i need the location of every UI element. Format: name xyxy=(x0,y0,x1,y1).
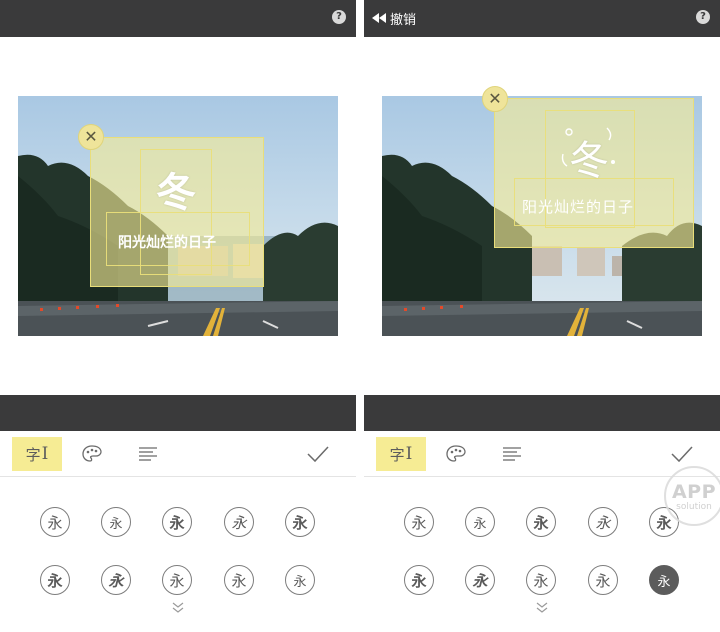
font-option-7[interactable]: 永 xyxy=(101,565,131,595)
font-tab-icon[interactable]: 字I xyxy=(376,437,426,471)
dark-separator-bar xyxy=(364,395,720,431)
sticker-subtitle: 阳光灿烂的日子 xyxy=(522,198,635,216)
text-cursor-glyph: I xyxy=(41,444,49,464)
font-option-2[interactable]: 永 xyxy=(465,507,495,537)
close-icon[interactable]: ✕ xyxy=(482,86,508,112)
close-icon[interactable]: ✕ xyxy=(78,124,104,150)
sticker-title: 冬 xyxy=(156,169,196,216)
help-icon[interactable]: ? xyxy=(696,10,710,24)
font-tab-label: 字 xyxy=(389,445,405,464)
help-icon[interactable]: ? xyxy=(332,10,346,24)
font-option-9[interactable]: 永 xyxy=(224,565,254,595)
align-icon[interactable] xyxy=(136,437,160,471)
undo-button[interactable]: 撤销 xyxy=(372,9,417,28)
font-option-10[interactable]: 永 xyxy=(285,565,315,595)
font-option-8[interactable]: 永 xyxy=(162,565,192,595)
sparkle-decoration xyxy=(561,127,615,167)
font-option-5[interactable]: 永 xyxy=(285,507,315,537)
rewind-icon xyxy=(372,13,386,23)
undo-label: 撤销 xyxy=(390,12,417,28)
font-option-2[interactable]: 永 xyxy=(101,507,131,537)
font-option-4[interactable]: 永 xyxy=(588,507,618,537)
font-option-6[interactable]: 永 xyxy=(40,565,70,595)
watermark-line1: APP xyxy=(671,481,717,503)
font-option-4[interactable]: 永 xyxy=(224,507,254,537)
font-option-3[interactable]: 永 xyxy=(526,507,556,537)
font-option-3[interactable]: 永 xyxy=(162,507,192,537)
font-option-6[interactable]: 永 xyxy=(404,565,434,595)
edit-toolbar: 字I xyxy=(364,431,720,477)
edit-toolbar: 字I xyxy=(0,431,356,477)
chevron-down-icon[interactable] xyxy=(170,600,186,614)
font-option-10-selected[interactable]: 永 xyxy=(649,565,679,595)
right-panel: 撤销 ? ✕ 冬 阳光灿烂的日子 字 I 永 永 永 永 永 永 永 永 永 永 xyxy=(364,0,720,632)
font-option-8[interactable]: 永 xyxy=(526,565,556,595)
align-icon[interactable] xyxy=(500,437,524,471)
font-tab-icon[interactable]: 字I xyxy=(12,437,62,471)
font-tab-label: 字 xyxy=(25,445,41,464)
app-solution-watermark-logo: APP solution xyxy=(664,466,720,526)
palette-icon[interactable] xyxy=(78,437,106,471)
checkmark-icon[interactable] xyxy=(304,437,332,471)
top-bar: ? xyxy=(0,0,356,37)
watermark-line2: solution xyxy=(676,502,712,512)
font-option-7[interactable]: 永 xyxy=(465,565,495,595)
chevron-down-icon[interactable] xyxy=(534,600,550,614)
sticker-subtitle: 阳光灿烂的日子 xyxy=(118,235,216,251)
left-panel: ? ✕ 冬 阳光灿烂的日子 字 I 永 永 永 永 永 永 永 永 永 永 xyxy=(0,0,356,632)
palette-icon[interactable] xyxy=(442,437,470,471)
dark-separator-bar xyxy=(0,395,356,431)
top-bar: 撤销 ? xyxy=(364,0,720,37)
font-option-1[interactable]: 永 xyxy=(404,507,434,537)
text-cursor-glyph: I xyxy=(405,444,413,464)
font-option-1[interactable]: 永 xyxy=(40,507,70,537)
panel-divider xyxy=(356,0,364,632)
font-option-9[interactable]: 永 xyxy=(588,565,618,595)
font-options-grid: 永 永 永 永 永 永 永 永 永 永 xyxy=(0,477,356,632)
